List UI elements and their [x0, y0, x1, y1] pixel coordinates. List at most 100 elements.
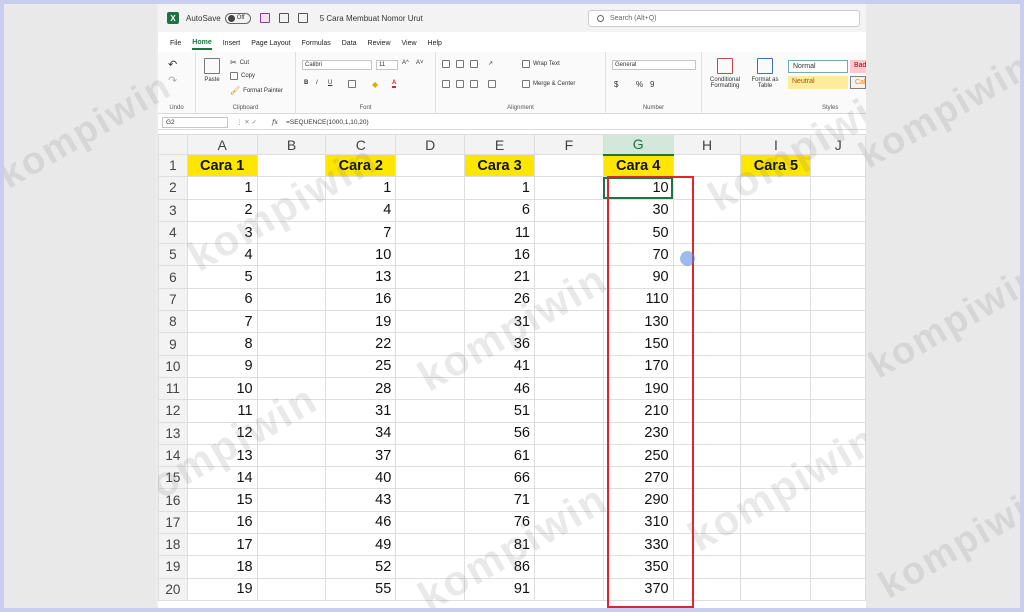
- cell-h20[interactable]: [672, 577, 742, 601]
- cell-j1[interactable]: [810, 153, 866, 178]
- cell-g2[interactable]: 10: [602, 176, 674, 200]
- undo-icon[interactable]: ↶: [168, 58, 177, 71]
- cell-b19[interactable]: [256, 555, 327, 579]
- cut-button[interactable]: ✂ Cut: [230, 58, 249, 67]
- cell-f8[interactable]: [534, 310, 604, 334]
- cell-i11[interactable]: [740, 376, 812, 401]
- cell-f15[interactable]: [534, 466, 604, 490]
- formula-input[interactable]: =SEQUENCE(1000,1,10,20): [286, 119, 369, 126]
- cell-i15[interactable]: [740, 466, 812, 490]
- cell-b8[interactable]: [256, 310, 327, 334]
- cell-b14[interactable]: [256, 443, 327, 468]
- row-header[interactable]: 15: [158, 466, 188, 490]
- cell-h13[interactable]: [672, 421, 742, 445]
- cell-f11[interactable]: [534, 376, 604, 401]
- cell-d4[interactable]: [395, 220, 466, 245]
- cell-b9[interactable]: [256, 332, 327, 356]
- conditional-formatting-button[interactable]: Conditional Formatting: [706, 58, 744, 89]
- cell-j6[interactable]: [810, 265, 866, 289]
- cell-d14[interactable]: [395, 443, 466, 468]
- italic-button[interactable]: I: [316, 80, 318, 86]
- cell-c13[interactable]: 34: [325, 421, 397, 445]
- cell-g7[interactable]: 110: [602, 287, 674, 312]
- form-icon[interactable]: [278, 13, 289, 23]
- cell-a14[interactable]: 13: [186, 443, 258, 468]
- format-painter-button[interactable]: 🖌 Format Painter: [230, 86, 283, 95]
- cell-b6[interactable]: [256, 265, 327, 289]
- row-header[interactable]: 11: [158, 376, 188, 401]
- column-header-d[interactable]: D: [395, 134, 466, 155]
- cell-g1[interactable]: Cara 4: [602, 153, 674, 178]
- cell-i3[interactable]: [740, 198, 812, 222]
- number-format-select[interactable]: General: [612, 60, 696, 70]
- cell-b13[interactable]: [256, 421, 327, 445]
- align-left-button[interactable]: [442, 80, 450, 88]
- align-center-button[interactable]: [456, 80, 464, 88]
- cell-e11[interactable]: 46: [464, 376, 535, 401]
- cell-c9[interactable]: 22: [325, 332, 397, 356]
- cell-a10[interactable]: 9: [186, 354, 258, 378]
- cell-i12[interactable]: [740, 399, 812, 423]
- cell-h9[interactable]: [672, 332, 742, 356]
- cell-h3[interactable]: [672, 198, 742, 222]
- font-name-select[interactable]: Calibri: [302, 60, 372, 70]
- redo-icon[interactable]: ↷: [168, 74, 177, 87]
- cell-a13[interactable]: 12: [186, 421, 258, 445]
- currency-button[interactable]: $: [614, 80, 618, 89]
- tab-formulas[interactable]: Formulas: [302, 40, 331, 49]
- cell-e2[interactable]: 1: [464, 176, 535, 200]
- cell-i17[interactable]: [740, 510, 812, 535]
- search-input[interactable]: Search (Alt+Q): [588, 10, 860, 27]
- cell-e4[interactable]: 11: [464, 220, 535, 245]
- cell-e12[interactable]: 51: [464, 399, 535, 423]
- borders-button[interactable]: [348, 80, 356, 88]
- cell-g10[interactable]: 170: [602, 354, 674, 378]
- cell-d5[interactable]: [395, 243, 466, 267]
- cell-j17[interactable]: [810, 510, 866, 535]
- cell-j10[interactable]: [810, 354, 866, 378]
- cell-e9[interactable]: 36: [464, 332, 535, 356]
- row-header[interactable]: 18: [158, 533, 188, 557]
- tab-review[interactable]: Review: [368, 40, 391, 49]
- cell-i4[interactable]: [740, 220, 812, 245]
- cell-f3[interactable]: [534, 198, 604, 222]
- cell-j14[interactable]: [810, 443, 866, 468]
- cell-g18[interactable]: 330: [602, 533, 674, 557]
- cell-f10[interactable]: [534, 354, 604, 378]
- cell-a15[interactable]: 14: [186, 466, 258, 490]
- row-header[interactable]: 4: [158, 220, 188, 245]
- column-header-e[interactable]: E: [464, 134, 535, 155]
- row-header[interactable]: 10: [158, 354, 188, 378]
- cell-g4[interactable]: 50: [602, 220, 674, 245]
- cell-e18[interactable]: 81: [464, 533, 535, 557]
- style-bad[interactable]: Bad: [850, 60, 866, 73]
- cell-g11[interactable]: 190: [602, 376, 674, 401]
- cell-h8[interactable]: [672, 310, 742, 334]
- cell-d17[interactable]: [395, 510, 466, 535]
- fill-color-button[interactable]: ◆: [372, 80, 378, 89]
- cell-g3[interactable]: 30: [602, 198, 674, 222]
- cell-c8[interactable]: 19: [325, 310, 397, 334]
- cell-d2[interactable]: [395, 176, 466, 200]
- indent-button[interactable]: [488, 80, 496, 88]
- cell-d8[interactable]: [395, 310, 466, 334]
- cell-d19[interactable]: [395, 555, 466, 579]
- cell-f14[interactable]: [534, 443, 604, 468]
- cell-f17[interactable]: [534, 510, 604, 535]
- cell-g8[interactable]: 130: [602, 310, 674, 334]
- cell-d3[interactable]: [395, 198, 466, 222]
- cell-a12[interactable]: 11: [186, 399, 258, 423]
- cell-c4[interactable]: 7: [325, 220, 397, 245]
- row-header[interactable]: 12: [158, 399, 188, 423]
- row-header[interactable]: 16: [158, 488, 188, 512]
- cell-f12[interactable]: [534, 399, 604, 423]
- cell-g9[interactable]: 150: [602, 332, 674, 356]
- cell-d15[interactable]: [395, 466, 466, 490]
- tab-help[interactable]: Help: [428, 40, 442, 49]
- row-header[interactable]: 5: [158, 243, 188, 267]
- cell-g19[interactable]: 350: [602, 555, 674, 579]
- cell-a16[interactable]: 15: [186, 488, 258, 512]
- cell-a4[interactable]: 3: [186, 220, 258, 245]
- cell-j16[interactable]: [810, 488, 866, 512]
- cell-e1[interactable]: Cara 3: [464, 153, 535, 178]
